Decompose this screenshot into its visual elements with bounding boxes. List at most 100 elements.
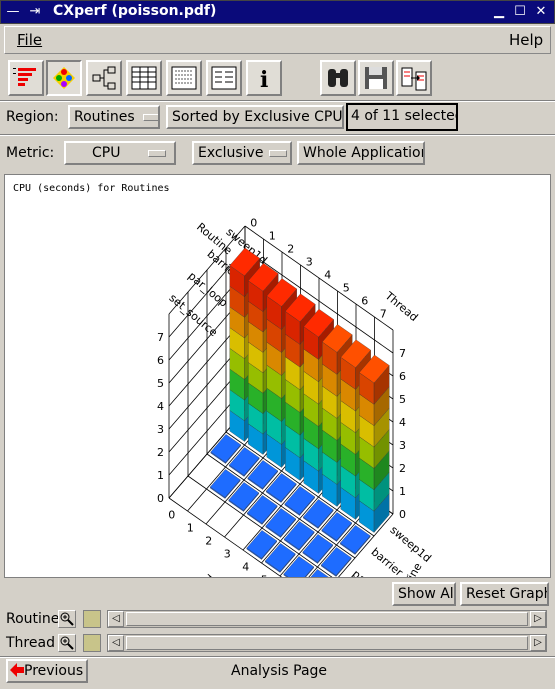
summary-tool[interactable] (206, 60, 242, 96)
thread-tick-label: 4 (324, 269, 331, 282)
z-tick-label: 3 (157, 423, 164, 436)
z-tick-label: 1 (399, 485, 406, 498)
export-tool[interactable] (396, 60, 432, 96)
minimize-icon[interactable]: ▁ (491, 4, 507, 20)
z-tick-label: 2 (399, 462, 406, 475)
scroll-right-icon[interactable]: ▷ (530, 611, 546, 627)
3d-bar-graph[interactable]: 01234567012345670123456701234567sweep1db… (5, 175, 550, 577)
menu-help[interactable]: Help (509, 31, 543, 49)
show-all-label: Show All (398, 586, 456, 602)
selection-button[interactable]: 4 of 11 selected (346, 103, 458, 131)
sort-button[interactable]: Sorted by Exclusive CPU... (166, 105, 344, 129)
menu-file[interactable]: File (17, 31, 42, 49)
thread-zoom-button[interactable] (58, 634, 76, 652)
z-tick-label: 6 (157, 354, 164, 367)
z-tick-label: 4 (157, 400, 164, 413)
shade-icon[interactable]: ⇥ (27, 4, 43, 20)
dropdown-indicator-icon (148, 149, 167, 157)
call-graph-tool[interactable] (86, 60, 122, 96)
metric-label: Metric: (6, 145, 55, 161)
routine-tick-label: sweep1d (388, 523, 434, 565)
z-tick-label: 7 (157, 331, 164, 344)
sort-button-label: Sorted by Exclusive CPU... (172, 109, 344, 125)
thread-axis-title: Thread (200, 572, 239, 577)
exclusive-dropdown[interactable]: Exclusive (192, 141, 292, 165)
routine-scroll-thumb[interactable] (126, 612, 528, 626)
thread-tick-label: 7 (380, 308, 387, 321)
call-graph-icon (92, 66, 116, 90)
close-icon[interactable]: ✕ (533, 4, 549, 20)
z-tick-label: 7 (399, 347, 406, 360)
exclusive-dropdown-value: Exclusive (198, 145, 264, 161)
z-tick-label: 1 (157, 469, 164, 482)
routine-zoom-button[interactable] (58, 610, 76, 628)
svg-text:i: i (260, 67, 268, 92)
scope-button[interactable]: Whole Application (297, 141, 425, 165)
z-tick-label: 0 (157, 492, 164, 505)
routine-color-swatch[interactable] (83, 610, 101, 628)
z-tick-label: 3 (399, 439, 406, 452)
z-tick-label: 0 (399, 508, 406, 521)
z-tick-label: 6 (399, 370, 406, 383)
scroll-left-icon[interactable]: ◁ (108, 611, 124, 627)
z-tick-label: 4 (399, 416, 406, 429)
thread-tick-label: 3 (224, 548, 231, 561)
thread-tick-label: 6 (361, 295, 368, 308)
thread-scrollbar[interactable]: ◁ ▷ (107, 634, 547, 652)
metric-dropdown[interactable]: CPU (64, 141, 176, 165)
selection-button-label: 4 of 11 selected (351, 108, 458, 124)
save-tool[interactable] (358, 60, 394, 96)
thread-tick-label: 2 (205, 535, 212, 548)
scope-button-label: Whole Application (303, 145, 425, 161)
z-tick-label: 2 (157, 446, 164, 459)
show-all-button[interactable]: Show All (392, 582, 456, 606)
table-icon (131, 66, 157, 90)
thread-scroll-label: Thread (6, 635, 55, 651)
region-dropdown-value: Routines (74, 109, 135, 125)
text-report-tool[interactable] (166, 60, 202, 96)
z-tick-label: 5 (157, 377, 164, 390)
thread-tick-label: 1 (269, 230, 276, 243)
routine-tick-label: par_loop (186, 269, 231, 309)
find-tool[interactable] (320, 60, 356, 96)
region-dropdown[interactable]: Routines (68, 105, 160, 129)
summary-icon (211, 66, 237, 90)
reset-graph-button[interactable]: Reset Graph (460, 582, 549, 606)
thread-tick-label: 0 (168, 509, 175, 522)
arrow-left-icon (10, 663, 24, 677)
bar-chart-tool[interactable] (8, 60, 44, 96)
thread-tick-label: 1 (187, 522, 194, 535)
reset-graph-label: Reset Graph (466, 586, 549, 602)
zoom-icon (60, 612, 74, 626)
thread-scroll-thumb[interactable] (126, 636, 528, 650)
previous-button[interactable]: Previous (6, 659, 88, 683)
window-menu-icon[interactable]: — (5, 4, 21, 20)
dropdown-indicator-icon (142, 113, 158, 121)
thread-tick-label: 5 (261, 574, 268, 578)
metric-dropdown-value: CPU (92, 145, 121, 161)
info-tool[interactable]: i (246, 60, 282, 96)
thread-axis-title: Thread (382, 289, 421, 324)
title-bar: — ⇥ CXperf (poisson.pdf) ▁ ☐ ✕ (0, 0, 555, 24)
thread-color-swatch[interactable] (83, 634, 101, 652)
bar-chart-icon (13, 68, 36, 86)
dropdown-indicator-icon (269, 149, 288, 157)
region-label: Region: (6, 109, 59, 125)
thread-tick-label: 0 (250, 217, 257, 230)
routine-scroll-label: Routine (6, 611, 60, 627)
scroll-right-icon[interactable]: ▷ (530, 635, 546, 651)
window-title: CXperf (poisson.pdf) (53, 3, 217, 19)
table-tool[interactable] (126, 60, 162, 96)
thread-tick-label: 4 (242, 561, 249, 574)
routine-scrollbar[interactable]: ◁ ▷ (107, 610, 547, 628)
3d-graph-tool[interactable] (46, 60, 82, 96)
3d-graph-icon (53, 67, 75, 89)
thread-tick-label: 2 (287, 243, 294, 256)
export-icon (401, 67, 427, 91)
scroll-left-icon[interactable]: ◁ (108, 635, 124, 651)
maximize-icon[interactable]: ☐ (512, 4, 528, 20)
z-tick-label: 5 (399, 393, 406, 406)
page-name: Analysis Page (231, 663, 328, 679)
zoom-icon (60, 636, 74, 650)
graph-panel: CPU (seconds) for Routines 0123456701234… (4, 174, 551, 578)
